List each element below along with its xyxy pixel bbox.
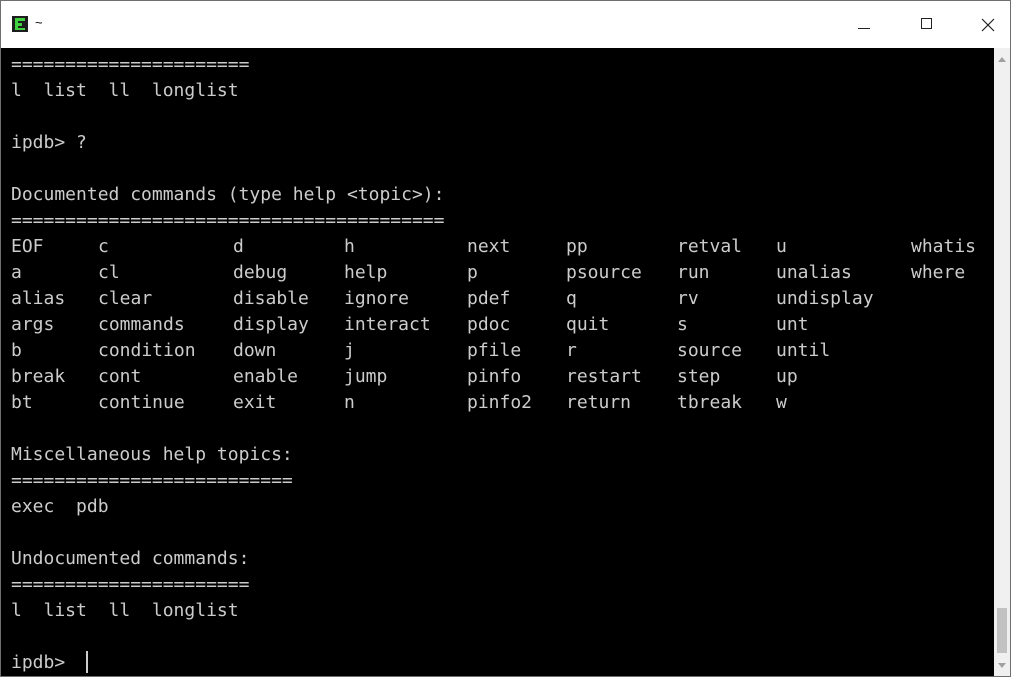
command-ignore: ignore — [344, 288, 410, 309]
command-pdef: pdef — [467, 288, 511, 309]
scroll-down-arrow-icon[interactable] — [998, 663, 1006, 668]
command-undisplay: undisplay — [776, 288, 874, 309]
command-until: until — [776, 340, 831, 361]
misc-header: Miscellaneous help topics: — [11, 444, 293, 465]
command-quit: quit — [566, 314, 610, 335]
command-enable: enable — [233, 366, 299, 387]
command-whatis: whatis — [911, 236, 977, 257]
command-clear: clear — [98, 288, 153, 309]
command-down: down — [233, 340, 277, 361]
terminal-output[interactable]: ====================== l list ll longlis… — [1, 48, 994, 676]
maximize-button[interactable] — [904, 1, 950, 48]
command-run: run — [677, 262, 710, 283]
command-jump: jump — [344, 366, 388, 387]
terminal-app-icon[interactable] — [12, 16, 28, 32]
title-bar[interactable]: ~ — [1, 1, 1010, 48]
command-where: where — [911, 262, 966, 283]
scroll-thumb[interactable] — [997, 608, 1007, 653]
command-q: q — [566, 288, 577, 309]
vertical-scrollbar[interactable] — [994, 48, 1010, 676]
command-return: return — [566, 392, 632, 413]
command-up: up — [776, 366, 798, 387]
command-args: args — [11, 314, 55, 335]
help-prompt-line: ipdb> ? — [11, 132, 87, 153]
command-r: r — [566, 340, 577, 361]
command-w: w — [776, 392, 787, 413]
command-retval: retval — [677, 236, 743, 257]
command-n: n — [344, 392, 355, 413]
command-display: display — [233, 314, 309, 335]
command-pp: pp — [566, 236, 588, 257]
command-bt: bt — [11, 392, 33, 413]
top-rule: ====================== — [11, 54, 250, 75]
command-a: a — [11, 262, 22, 283]
command-source: source — [677, 340, 743, 361]
command-next: next — [467, 236, 511, 257]
documented-rule: ======================================== — [11, 210, 445, 231]
command-condition: condition — [98, 340, 196, 361]
scroll-up-arrow-icon[interactable] — [998, 57, 1006, 62]
command-unalias: unalias — [776, 262, 852, 283]
command-c: c — [98, 236, 109, 257]
command-d: d — [233, 236, 244, 257]
undocumented-list: l list ll longlist — [11, 600, 239, 621]
command-help: help — [344, 262, 388, 283]
command-s: s — [677, 314, 688, 335]
command-pinfo: pinfo — [467, 366, 522, 387]
text-cursor — [86, 651, 88, 673]
command-psource: psource — [566, 262, 642, 283]
close-button[interactable] — [964, 1, 1010, 48]
current-prompt[interactable]: ipdb> — [11, 650, 76, 676]
maximize-icon — [921, 18, 932, 29]
command-pdoc: pdoc — [467, 314, 511, 335]
command-disable: disable — [233, 288, 309, 309]
command-exit: exit — [233, 392, 277, 413]
undocumented-header: Undocumented commands: — [11, 548, 250, 569]
documented-header: Documented commands (type help <topic>): — [11, 184, 445, 205]
command-step: step — [677, 366, 721, 387]
command-rv: rv — [677, 288, 699, 309]
command-tbreak: tbreak — [677, 392, 743, 413]
command-u: u — [776, 236, 787, 257]
command-debug: debug — [233, 262, 288, 283]
minimize-button[interactable] — [841, 1, 887, 48]
terminal-window: ~ ====================== l list ll longl… — [0, 0, 1011, 677]
command-eof: EOF — [11, 236, 44, 257]
command-cl: cl — [98, 262, 120, 283]
command-pinfo2: pinfo2 — [467, 392, 533, 413]
command-commands: commands — [98, 314, 185, 335]
undocumented-rule: ====================== — [11, 574, 250, 595]
command-pfile: pfile — [467, 340, 522, 361]
minimize-icon — [858, 28, 870, 29]
command-restart: restart — [566, 366, 642, 387]
command-p: p — [467, 262, 478, 283]
command-h: h — [344, 236, 355, 257]
command-break: break — [11, 366, 66, 387]
command-cont: cont — [98, 366, 142, 387]
command-interact: interact — [344, 314, 431, 335]
top-command-list: l list ll longlist — [11, 80, 239, 101]
command-b: b — [11, 340, 22, 361]
misc-rule: ========================== — [11, 470, 293, 491]
close-icon — [981, 18, 995, 32]
command-j: j — [344, 340, 355, 361]
command-continue: continue — [98, 392, 185, 413]
command-alias: alias — [11, 288, 66, 309]
misc-list: exec pdb — [11, 496, 109, 517]
window-title: ~ — [35, 15, 43, 30]
command-unt: unt — [776, 314, 809, 335]
